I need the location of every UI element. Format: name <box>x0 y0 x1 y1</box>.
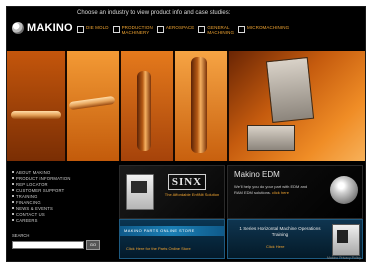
bullet-icon <box>12 207 14 209</box>
sinx-logo: SINX <box>168 174 206 190</box>
industry-micromachining[interactable]: MICROMACHINING <box>238 25 289 35</box>
industry-label: AEROSPACE <box>165 25 195 30</box>
sinx-machine-image <box>126 174 154 210</box>
nav-item-product-information[interactable]: PRODUCT INFORMATION <box>12 175 71 181</box>
nav-label: CUSTOMER SUPPORT <box>16 187 65 193</box>
checkbox-icon[interactable] <box>238 26 246 33</box>
edm-part-image <box>330 176 358 204</box>
edm-description: We'll help you do your part with EDM and… <box>234 184 314 195</box>
hero-machine-fixture-image <box>247 125 295 151</box>
brand-name: MAKINO <box>27 22 73 34</box>
hero-cylinder-image <box>137 71 151 151</box>
training-title: 1 Series Horizontal Machine Operations T… <box>239 226 321 237</box>
nav-label: ABOUT MAKINO <box>16 169 51 175</box>
hero-cylinder-image <box>191 57 207 153</box>
nav-item-careers[interactable]: CAREERS <box>12 217 71 223</box>
industry-selector: DIE MOLD PRODUCTION MACHINERY AEROSPACE … <box>77 25 289 35</box>
hero-banner[interactable] <box>7 51 365 161</box>
search-go-button[interactable]: GO <box>86 240 100 250</box>
nav-label: NEWS & EVENTS <box>16 205 54 211</box>
edm-link[interactable]: click here <box>272 190 289 195</box>
bullet-icon <box>12 213 14 215</box>
search-input[interactable] <box>12 241 84 249</box>
bullet-icon <box>12 177 14 179</box>
industry-die-mold[interactable]: DIE MOLD <box>77 25 109 35</box>
sinx-tagline: The Affordable EnfiNit Solution <box>164 192 220 197</box>
promo-parts-store[interactable]: MAKINO PARTS ONLINE STORE Click Here for… <box>119 219 225 259</box>
industry-label: DIE MOLD <box>86 25 109 30</box>
content-area: ABOUT MAKINO PRODUCT INFORMATION REP LOC… <box>7 161 365 261</box>
promo-sinx[interactable]: SINX The Affordable EnfiNit Solution <box>119 165 225 219</box>
makino-logo-icon <box>12 22 24 34</box>
industry-aerospace[interactable]: AEROSPACE <box>156 25 195 35</box>
edm-title: Makino EDM <box>234 170 280 179</box>
industry-production-machinery[interactable]: PRODUCTION MACHINERY <box>112 25 153 35</box>
bullet-icon <box>12 183 14 185</box>
parts-store-title: MAKINO PARTS ONLINE STORE <box>124 228 195 233</box>
checkbox-icon[interactable] <box>77 26 84 33</box>
hero-divider <box>119 51 121 161</box>
bullet-icon <box>12 189 14 191</box>
makino-logo[interactable]: MAKINO <box>12 22 73 34</box>
site-header: MAKINO Choose an industry to view produc… <box>7 7 365 51</box>
hero-rod-image <box>11 111 61 119</box>
hero-divider <box>227 51 229 161</box>
promo-training[interactable]: 1 Series Horizontal Machine Operations T… <box>227 219 363 259</box>
checkbox-icon[interactable] <box>112 26 120 33</box>
industry-label: PRODUCTION MACHINERY <box>121 25 153 35</box>
industry-label: MICROMACHINING <box>247 25 290 30</box>
bullet-icon <box>12 219 14 221</box>
makino-homepage: MAKINO Choose an industry to view produc… <box>6 6 366 262</box>
training-link[interactable]: Click Here <box>266 244 284 249</box>
bullet-icon <box>12 201 14 203</box>
industry-label: GENERAL MACHINING <box>207 25 235 35</box>
hero-divider <box>173 51 175 161</box>
checkbox-icon[interactable] <box>198 26 206 33</box>
bullet-icon <box>12 171 14 173</box>
nav-label: CONTACT US <box>16 211 45 217</box>
hero-divider <box>65 51 67 161</box>
nav-label: TRAINING <box>16 193 38 199</box>
nav-label: REP LOCATOR <box>16 181 48 187</box>
checkbox-icon[interactable] <box>156 26 164 33</box>
horizontal-machine-image <box>332 224 360 256</box>
nav-label: CAREERS <box>16 217 38 223</box>
industry-general-machining[interactable]: GENERAL MACHINING <box>198 25 234 35</box>
industry-prompt: Choose an industry to view product info … <box>77 10 231 16</box>
bullet-icon <box>12 195 14 197</box>
promo-edm[interactable]: Makino EDM We'll help you do your part w… <box>227 165 363 219</box>
nav-label: PRODUCT INFORMATION <box>16 175 71 181</box>
hero-machine-head-image <box>265 56 315 124</box>
footer-link[interactable]: Makino Privacy Policy <box>327 256 361 260</box>
parts-store-link[interactable]: Click Here for the Parts Online Store <box>126 246 191 251</box>
edm-text: We'll help you do your part with EDM and… <box>234 184 308 195</box>
search-label: SEARCH <box>12 233 30 238</box>
side-nav: ABOUT MAKINO PRODUCT INFORMATION REP LOC… <box>12 169 71 223</box>
nav-item-customer-support[interactable]: CUSTOMER SUPPORT <box>12 187 71 193</box>
hero-panel-spindle <box>7 51 65 161</box>
nav-label: FINANCING <box>16 199 41 205</box>
